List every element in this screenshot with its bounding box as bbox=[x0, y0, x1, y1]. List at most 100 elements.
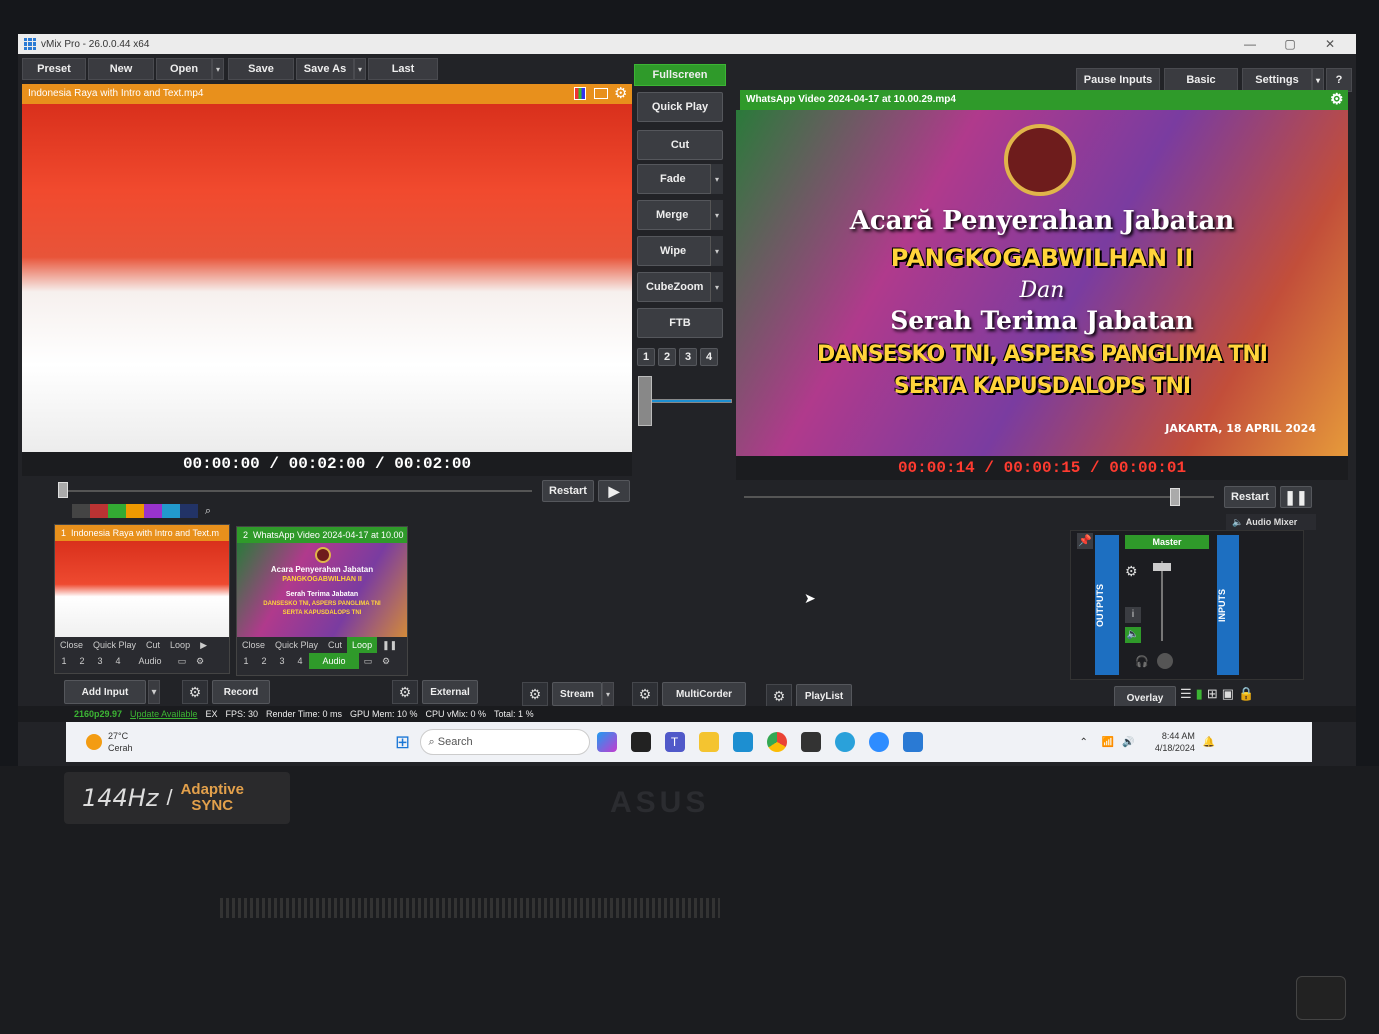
copilot-icon[interactable] bbox=[596, 732, 617, 752]
input-1-audio-button[interactable]: Audio bbox=[127, 653, 173, 669]
output-settings-gear-icon[interactable]: ⚙ bbox=[1330, 90, 1343, 110]
snapshot-icon[interactable]: ▣ bbox=[1222, 686, 1234, 702]
multicorder-settings-gear-icon[interactable]: ⚙ bbox=[632, 682, 658, 706]
save-button[interactable]: Save bbox=[228, 58, 294, 80]
vmix-taskbar-icon[interactable] bbox=[902, 732, 923, 752]
color-tag-green[interactable] bbox=[108, 504, 126, 518]
file-explorer-icon[interactable] bbox=[698, 732, 719, 752]
input-1-num-1[interactable]: 1 bbox=[55, 653, 73, 669]
new-button[interactable]: New bbox=[88, 58, 154, 80]
stream-settings-gear-icon[interactable]: ⚙ bbox=[522, 682, 548, 706]
transition-4-button[interactable]: 4 bbox=[700, 348, 718, 366]
color-tag-red[interactable] bbox=[90, 504, 108, 518]
notepad-icon[interactable] bbox=[732, 732, 753, 752]
lock-icon[interactable]: 🔒 bbox=[1238, 686, 1254, 702]
pause-inputs-button[interactable]: Pause Inputs bbox=[1076, 68, 1160, 92]
update-available-link[interactable]: Update Available bbox=[130, 709, 197, 719]
taskbar-search[interactable]: ⌕ Search bbox=[419, 729, 590, 755]
cut-button[interactable]: Cut bbox=[637, 130, 723, 160]
transition-2-button[interactable]: 2 bbox=[658, 348, 676, 366]
master-gear-icon[interactable]: ⚙ bbox=[1125, 563, 1138, 580]
open-dropdown-icon[interactable]: ▾ bbox=[212, 58, 224, 80]
external-settings-gear-icon[interactable]: ⚙ bbox=[392, 680, 418, 704]
preview-settings-gear-icon[interactable]: ⚙ bbox=[614, 84, 627, 104]
app-icon[interactable] bbox=[800, 732, 821, 752]
preview-video[interactable] bbox=[22, 104, 632, 452]
multicorder-button[interactable]: MultiCorder bbox=[662, 682, 746, 706]
input-2-num-2[interactable]: 2 bbox=[255, 653, 273, 669]
preview-play-icon[interactable]: ▶ bbox=[598, 480, 630, 502]
weather-icon[interactable] bbox=[86, 734, 102, 750]
ftb-button[interactable]: FTB bbox=[637, 308, 723, 338]
chrome-icon[interactable] bbox=[766, 732, 787, 752]
balance-knob[interactable] bbox=[1157, 653, 1173, 669]
input-1-num-3[interactable]: 3 bbox=[91, 653, 109, 669]
input-2-num-4[interactable]: 4 bbox=[291, 653, 309, 669]
maximize-button[interactable]: ▢ bbox=[1272, 34, 1308, 54]
input-1-close-button[interactable]: Close bbox=[55, 637, 88, 653]
external-button[interactable]: External bbox=[422, 680, 478, 704]
quick-play-button[interactable]: Quick Play bbox=[637, 92, 723, 122]
preview-seek-handle[interactable] bbox=[58, 482, 68, 498]
pin-icon[interactable]: 📌 bbox=[1077, 533, 1093, 549]
tray-chevron-icon[interactable]: ⌃ bbox=[1080, 737, 1088, 748]
output-video[interactable]: Acară Penyerahan Jabatan PANGKOGABWILHAN… bbox=[736, 110, 1348, 456]
preset-button[interactable]: Preset bbox=[22, 58, 86, 80]
add-input-button[interactable]: Add Input bbox=[64, 680, 146, 704]
playlist-settings-gear-icon[interactable]: ⚙ bbox=[766, 684, 792, 708]
audio-mixer-toggle[interactable]: 🔈 Audio Mixer bbox=[1226, 514, 1316, 530]
add-input-dropdown-icon[interactable]: ▾ bbox=[148, 680, 160, 704]
input-2-close-button[interactable]: Close bbox=[237, 637, 270, 653]
input-1-cut-button[interactable]: Cut bbox=[141, 637, 165, 653]
search-icon[interactable]: ⌕ bbox=[198, 504, 218, 518]
save-as-button[interactable]: Save As bbox=[296, 58, 354, 80]
headphones-icon[interactable]: 🎧 bbox=[1135, 655, 1149, 668]
close-window-button[interactable]: ✕ bbox=[1312, 34, 1348, 54]
settings-button[interactable]: Settings bbox=[1242, 68, 1312, 92]
input-1-num-4[interactable]: 4 bbox=[109, 653, 127, 669]
preview-seek-bar[interactable] bbox=[62, 490, 532, 492]
t-bar-track[interactable] bbox=[638, 399, 732, 403]
stream-button[interactable]: Stream bbox=[552, 682, 602, 706]
input-1-play-icon[interactable]: ▶ bbox=[195, 637, 212, 653]
notification-bell-icon[interactable]: 🔔 bbox=[1203, 737, 1215, 748]
fullscreen-button[interactable]: Fullscreen bbox=[634, 64, 726, 86]
start-icon[interactable]: ⊞ bbox=[393, 732, 413, 752]
color-tag-none[interactable] bbox=[72, 504, 90, 518]
grid-icon[interactable]: ⊞ bbox=[1207, 686, 1218, 702]
wifi-icon[interactable]: 📶 bbox=[1102, 737, 1114, 748]
minimize-button[interactable]: — bbox=[1232, 34, 1268, 54]
record-settings-gear-icon[interactable]: ⚙ bbox=[182, 680, 208, 704]
help-button[interactable]: ? bbox=[1326, 68, 1352, 92]
wipe-dropdown-icon[interactable]: ▾ bbox=[710, 236, 723, 266]
color-tag-orange[interactable] bbox=[126, 504, 144, 518]
input-1-monitor-icon[interactable]: ▭ bbox=[173, 653, 191, 669]
weather-widget[interactable]: 27°C Cerah bbox=[108, 730, 133, 754]
cubezoom-dropdown-icon[interactable]: ▾ bbox=[710, 272, 723, 302]
input-2-num-1[interactable]: 1 bbox=[237, 653, 255, 669]
color-tag-blue[interactable] bbox=[162, 504, 180, 518]
title-edit-icon[interactable] bbox=[594, 88, 608, 99]
list-icon[interactable]: ☰ bbox=[1180, 686, 1192, 702]
merge-dropdown-icon[interactable]: ▾ bbox=[710, 200, 723, 230]
basic-button[interactable]: Basic bbox=[1164, 68, 1238, 92]
settings-dropdown-icon[interactable]: ▾ bbox=[1312, 68, 1324, 92]
input-2-monitor-icon[interactable]: ▭ bbox=[359, 653, 377, 669]
last-button[interactable]: Last bbox=[368, 58, 438, 80]
transition-1-button[interactable]: 1 bbox=[637, 348, 655, 366]
levels-icon[interactable]: ▮ bbox=[1196, 686, 1203, 702]
fade-dropdown-icon[interactable]: ▾ bbox=[710, 164, 723, 194]
color-tag-darkblue[interactable] bbox=[180, 504, 198, 518]
master-volume-handle[interactable] bbox=[1153, 563, 1171, 571]
input-1-quick-play-button[interactable]: Quick Play bbox=[88, 637, 141, 653]
input-2-pause-icon[interactable]: ❚❚ bbox=[377, 637, 402, 653]
volume-icon[interactable]: 🔊 bbox=[1122, 737, 1134, 748]
input-1-gear-icon[interactable]: ⚙ bbox=[191, 653, 209, 669]
input-2-thumbnail[interactable]: Acara Penyerahan Jabatan PANGKOGABWILHAN… bbox=[237, 543, 407, 637]
input-2-loop-button[interactable]: Loop bbox=[347, 637, 378, 653]
zoom-icon[interactable] bbox=[868, 732, 889, 752]
input-2-num-3[interactable]: 3 bbox=[273, 653, 291, 669]
preview-restart-button[interactable]: Restart bbox=[542, 480, 594, 502]
color-bars-icon[interactable] bbox=[574, 87, 586, 100]
input-2-gear-icon[interactable]: ⚙ bbox=[377, 653, 395, 669]
